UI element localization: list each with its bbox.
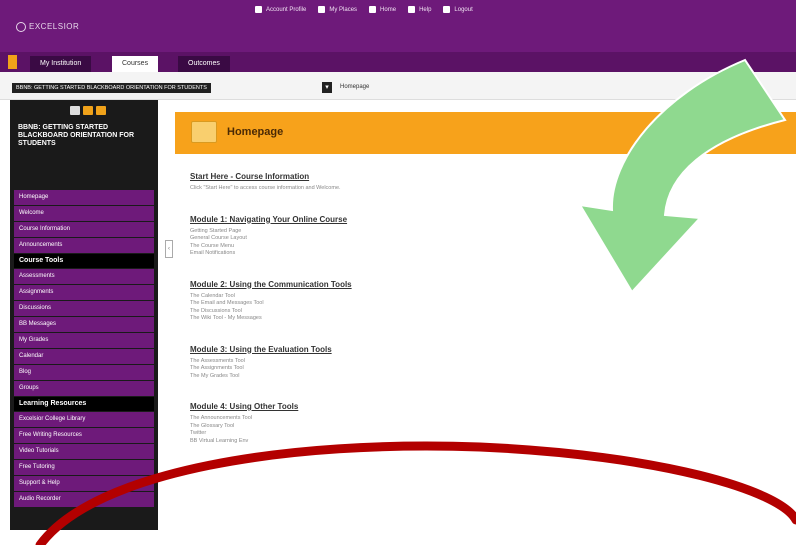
top-link-home[interactable]: Home xyxy=(369,6,396,13)
breadcrumb: BBNB: GETTING STARTED BLACKBOARD ORIENTA… xyxy=(0,72,796,100)
content-item: Module 4: Using Other Tools The Announce… xyxy=(190,402,550,445)
sidebar-item-assessments[interactable]: Assessments xyxy=(14,269,154,284)
content-item-line: Click "Start Here" to access course info… xyxy=(190,185,341,191)
content-item: Module 2: Using the Communication Tools … xyxy=(190,280,550,323)
content-list: Start Here - Course Information Click "S… xyxy=(190,172,550,467)
top-links: Account Profile My Places Home Help Logo… xyxy=(255,6,473,13)
content-item-line: The Glossary Tool xyxy=(190,422,235,429)
tab-outcomes[interactable]: Outcomes xyxy=(178,56,230,72)
help-icon xyxy=(408,6,416,13)
sidebar-item-discussions[interactable]: Discussions xyxy=(14,301,154,316)
content-item-line: The Announcements Tool xyxy=(190,415,252,421)
course-title[interactable]: BBNB: GETTING STARTED BLACKBOARD ORIENTA… xyxy=(18,124,150,148)
content-item-line: The Wiki Tool - My Messages xyxy=(190,315,262,321)
sidebar-item-writing-resources[interactable]: Free Writing Resources xyxy=(14,428,154,443)
sidebar-item-audio-recorder[interactable]: Audio Recorder xyxy=(14,492,154,507)
refresh-icon[interactable] xyxy=(83,106,93,115)
content-item-title[interactable]: Module 1: Navigating Your Online Course xyxy=(190,215,550,224)
content-item: Module 3: Using the Evaluation Tools The… xyxy=(190,345,550,381)
page-title: Homepage xyxy=(227,126,284,138)
tab-courses[interactable]: Courses xyxy=(112,56,159,72)
sidebar-item-library[interactable]: Excelsior College Library xyxy=(14,412,154,427)
content-item-line: The Assessments Tool xyxy=(190,357,245,364)
top-link-my-places[interactable]: My Places xyxy=(318,6,357,13)
top-link-account-profile[interactable]: Account Profile xyxy=(255,6,306,13)
sidebar-item-course-information[interactable]: Course Information xyxy=(14,222,154,237)
content-item-line: The Discussions Tool xyxy=(190,307,242,314)
sidebar-item-groups[interactable]: Groups xyxy=(14,381,154,396)
content-item-line: Twitter xyxy=(190,430,207,436)
content-item-line: The Course Menu xyxy=(190,242,235,249)
sidebar-item-announcements[interactable]: Announcements xyxy=(14,238,154,253)
sidebar-section-learning-resources: Learning Resources xyxy=(14,397,154,411)
content-item: Start Here - Course Information Click "S… xyxy=(190,172,550,193)
sidebar-item-video-tutorials[interactable]: Video Tutorials xyxy=(14,444,154,459)
content-item-title[interactable]: Module 4: Using Other Tools xyxy=(190,402,550,411)
content-item-title[interactable]: Start Here - Course Information xyxy=(190,172,550,181)
sidebar-item-assignments[interactable]: Assignments xyxy=(14,285,154,300)
sidebar-section-course-tools: Course Tools xyxy=(14,254,154,268)
top-link-help[interactable]: Help xyxy=(408,6,431,13)
breadcrumb-course[interactable]: BBNB: GETTING STARTED BLACKBOARD ORIENTA… xyxy=(12,83,211,93)
content-item-line: BB Virtual Learning Env xyxy=(190,437,249,444)
sidebar-item-homepage[interactable]: Homepage xyxy=(14,190,154,205)
top-banner: EXCELSIOR Account Profile My Places Home… xyxy=(0,0,796,52)
logout-icon xyxy=(443,6,451,13)
tab-my-institution[interactable]: My Institution xyxy=(30,56,92,72)
course-menu: BBNB: GETTING STARTED BLACKBOARD ORIENTA… xyxy=(10,100,158,530)
home-icon xyxy=(318,6,326,13)
college-logo[interactable]: EXCELSIOR xyxy=(16,22,79,32)
breadcrumb-current: Homepage xyxy=(340,84,370,90)
sidebar-item-my-grades[interactable]: My Grades xyxy=(14,333,154,348)
add-menu-item-icon[interactable] xyxy=(70,106,80,115)
content-item-line: The My Grades Tool xyxy=(190,372,240,379)
user-icon xyxy=(255,6,262,13)
house-icon xyxy=(369,6,377,13)
content-item-line: Getting Started Page xyxy=(190,227,242,234)
sidebar-item-blog[interactable]: Blog xyxy=(14,365,154,380)
content-item-line: The Assignments Tool xyxy=(190,365,244,371)
sidebar-item-support-help[interactable]: Support & Help xyxy=(14,476,154,491)
screen: EXCELSIOR Account Profile My Places Home… xyxy=(0,0,796,545)
page-header: Homepage xyxy=(175,112,796,154)
menu-toggle-icon[interactable] xyxy=(8,55,17,69)
sidebar-item-calendar[interactable]: Calendar xyxy=(14,349,154,364)
breadcrumb-menu-icon[interactable]: ▾ xyxy=(322,82,332,93)
content-item-line: General Course Layout xyxy=(190,235,247,241)
content-item-line: The Calendar Tool xyxy=(190,292,235,299)
content-item-line: Email Notifications xyxy=(190,250,236,256)
menu-tools xyxy=(70,106,106,115)
collapse-menu-handle[interactable]: ‹ xyxy=(165,240,173,258)
content-item: Module 1: Navigating Your Online Course … xyxy=(190,215,550,258)
folder-icon xyxy=(191,121,217,143)
top-link-logout[interactable]: Logout xyxy=(443,6,473,13)
tabs-row: My Institution Courses Outcomes xyxy=(0,52,796,72)
content-item-title[interactable]: Module 2: Using the Communication Tools xyxy=(190,280,550,289)
sidebar-item-free-tutoring[interactable]: Free Tutoring xyxy=(14,460,154,475)
content-item-title[interactable]: Module 3: Using the Evaluation Tools xyxy=(190,345,550,354)
logo-mark-icon xyxy=(16,22,26,32)
sidebar-item-bb-messages[interactable]: BB Messages xyxy=(14,317,154,332)
content-item-line: The Email and Messages Tool xyxy=(190,300,264,306)
course-menu-list: Homepage Welcome Course Information Anno… xyxy=(14,190,154,508)
display-options-icon[interactable] xyxy=(96,106,106,115)
sidebar-item-welcome[interactable]: Welcome xyxy=(14,206,154,221)
